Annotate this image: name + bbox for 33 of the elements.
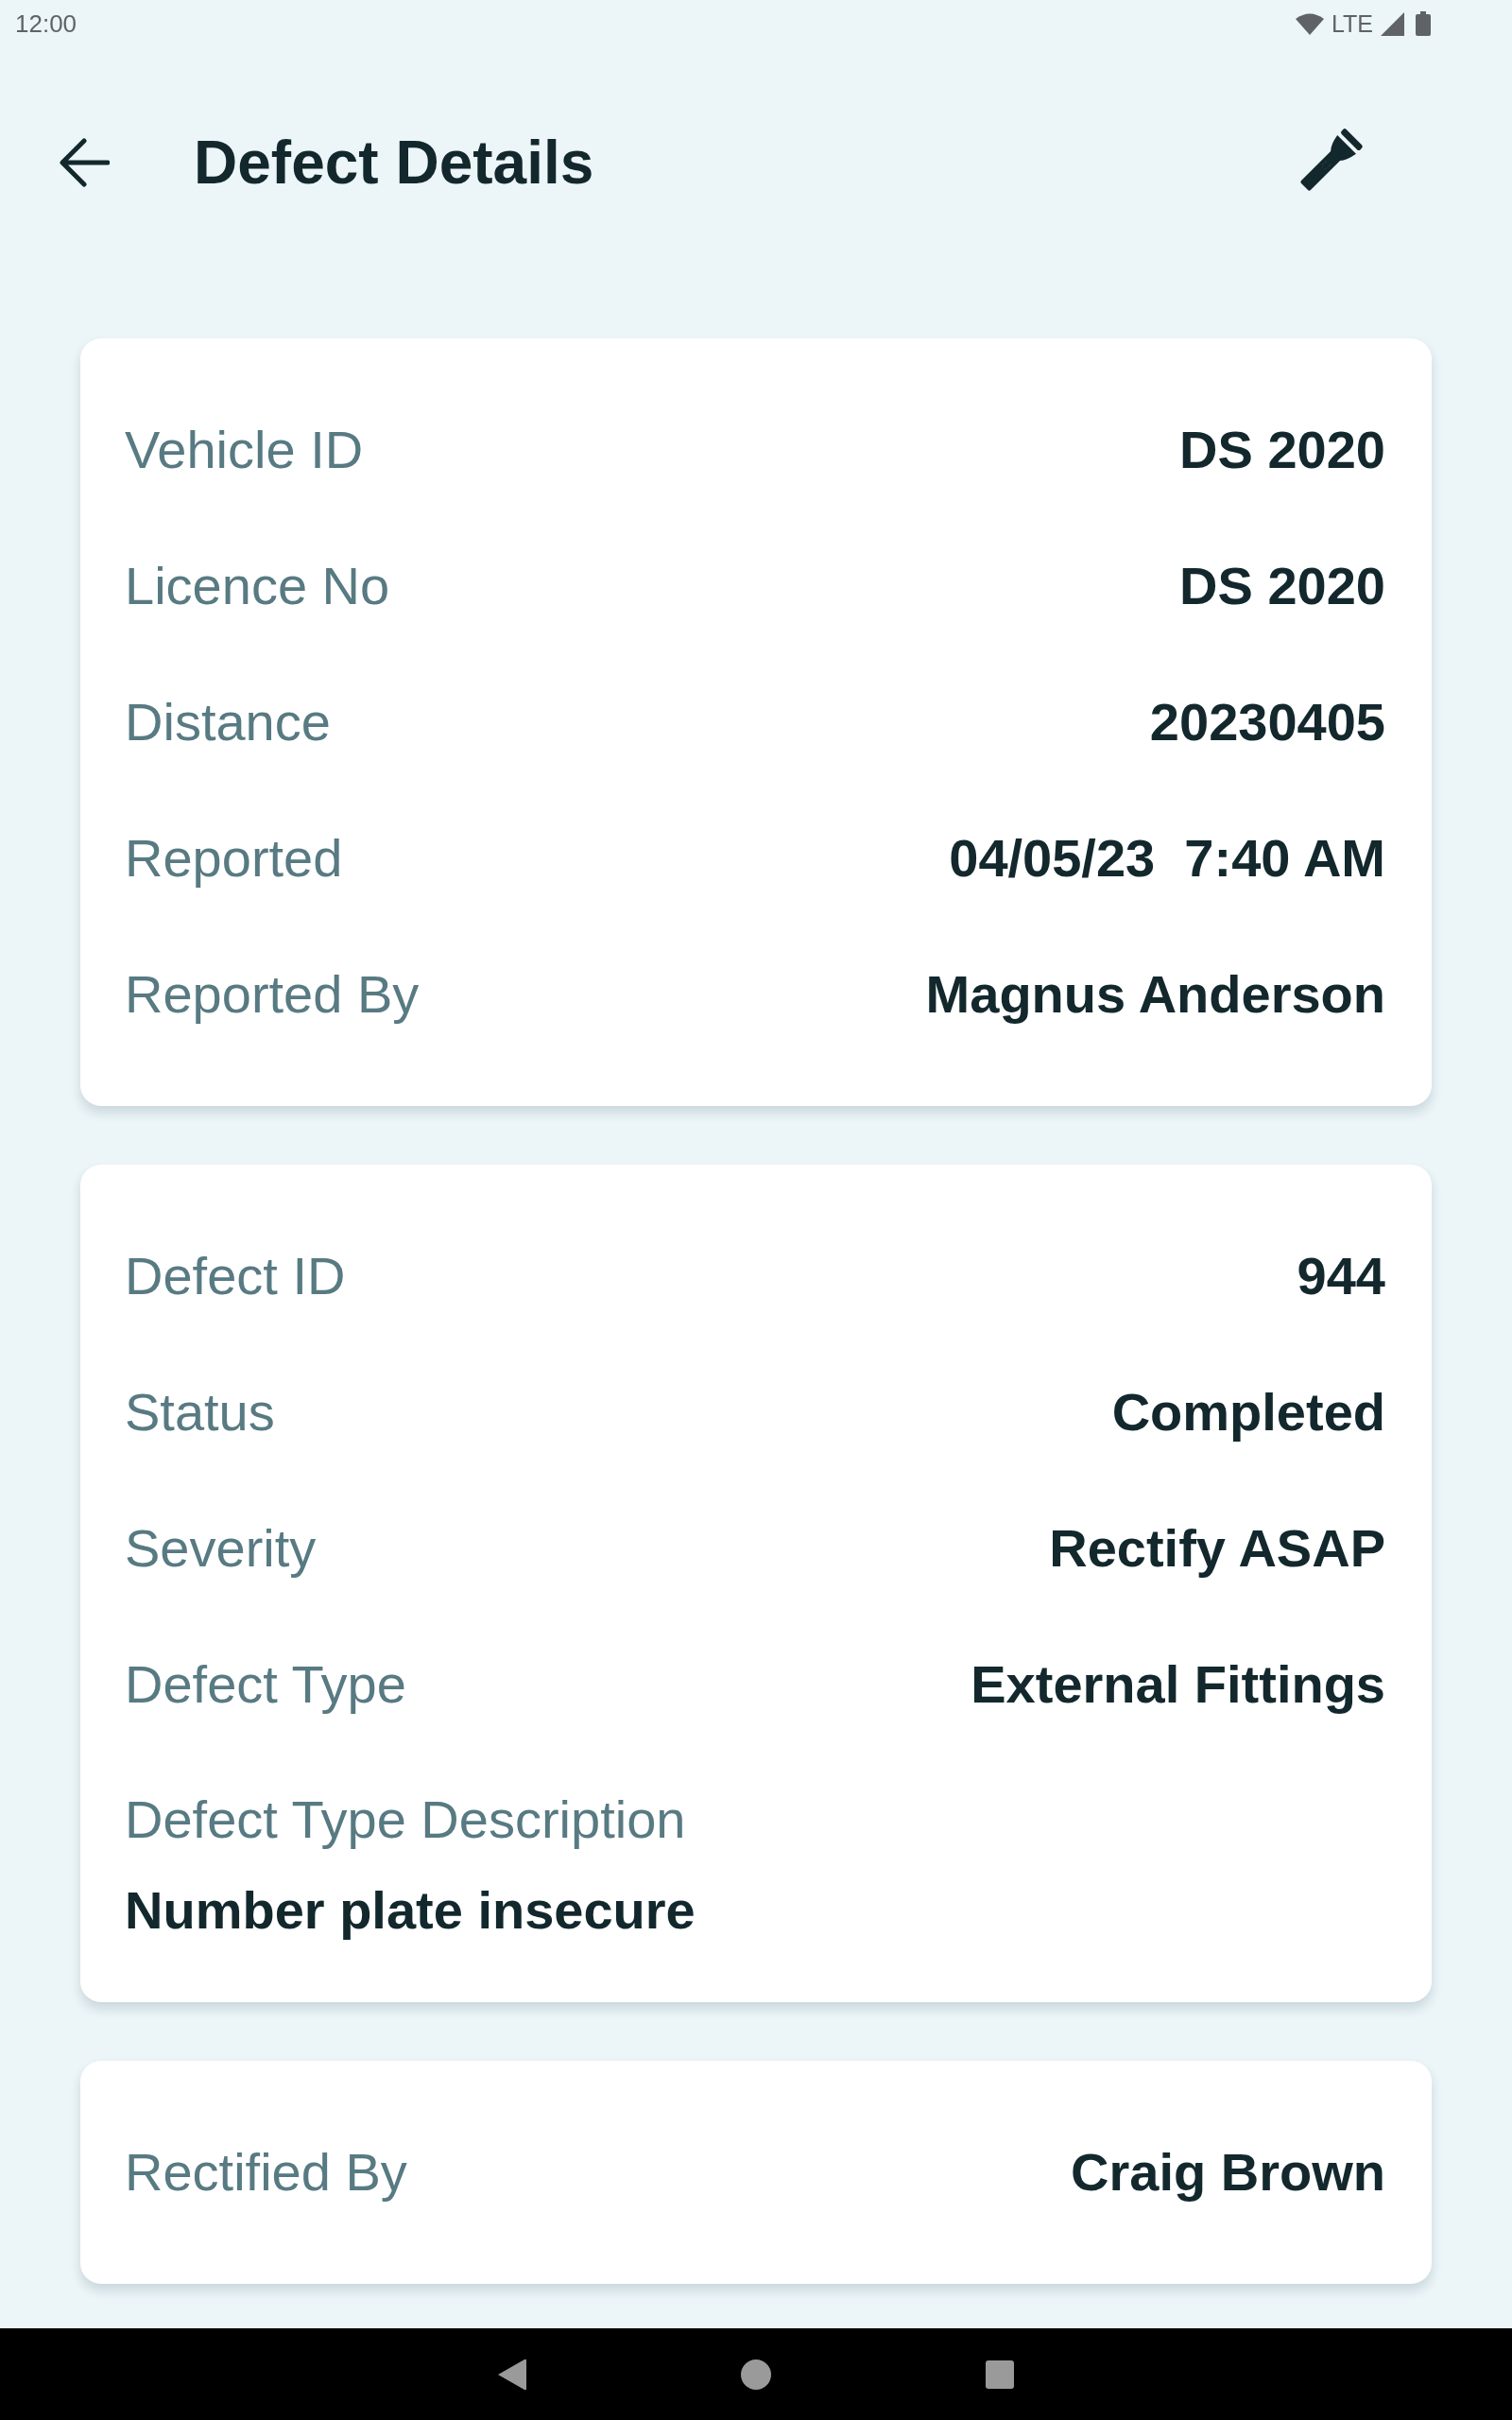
field-label: Severity xyxy=(125,1517,317,1580)
back-button[interactable] xyxy=(59,137,110,188)
field-label: Distance xyxy=(125,691,331,753)
field-label: Status xyxy=(125,1381,275,1443)
field-value: Rectify ASAP xyxy=(1049,1517,1385,1580)
field-label: Rectified By xyxy=(125,2141,407,2204)
field-value: Completed xyxy=(1111,1381,1385,1443)
nav-back-icon[interactable] xyxy=(498,2358,526,2391)
arrow-left-icon xyxy=(59,137,110,188)
status-time: 12:00 xyxy=(15,8,77,40)
screen-title: Defect Details xyxy=(194,127,594,199)
field-value: Number plate insecure xyxy=(125,1879,696,1942)
field-value: 04/05/23 7:40 AM xyxy=(949,827,1385,890)
nav-recents-icon[interactable] xyxy=(986,2360,1014,2389)
field-label: Reported xyxy=(125,827,343,890)
battery-icon xyxy=(1416,11,1431,36)
field-value: 20230405 xyxy=(1149,691,1385,753)
field-value: DS 2020 xyxy=(1179,555,1385,617)
field-value: 944 xyxy=(1297,1245,1385,1307)
field-label: Defect Type xyxy=(125,1653,406,1716)
field-value: Magnus Anderson xyxy=(925,963,1385,1026)
wifi-icon xyxy=(1296,12,1324,35)
field-label: Defect ID xyxy=(125,1245,346,1307)
field-value: DS 2020 xyxy=(1179,419,1385,481)
field-value: External Fittings xyxy=(971,1653,1385,1716)
signal-icon xyxy=(1381,11,1404,36)
field-label: Reported By xyxy=(125,963,420,1026)
network-type-text: LTE xyxy=(1332,11,1373,36)
field-label: Licence No xyxy=(125,555,390,617)
field-label: Defect Type Description xyxy=(125,1789,686,1851)
field-label: Vehicle ID xyxy=(125,419,364,481)
field-value: Craig Brown xyxy=(1071,2141,1385,2204)
nav-home-icon[interactable] xyxy=(741,2359,771,2390)
